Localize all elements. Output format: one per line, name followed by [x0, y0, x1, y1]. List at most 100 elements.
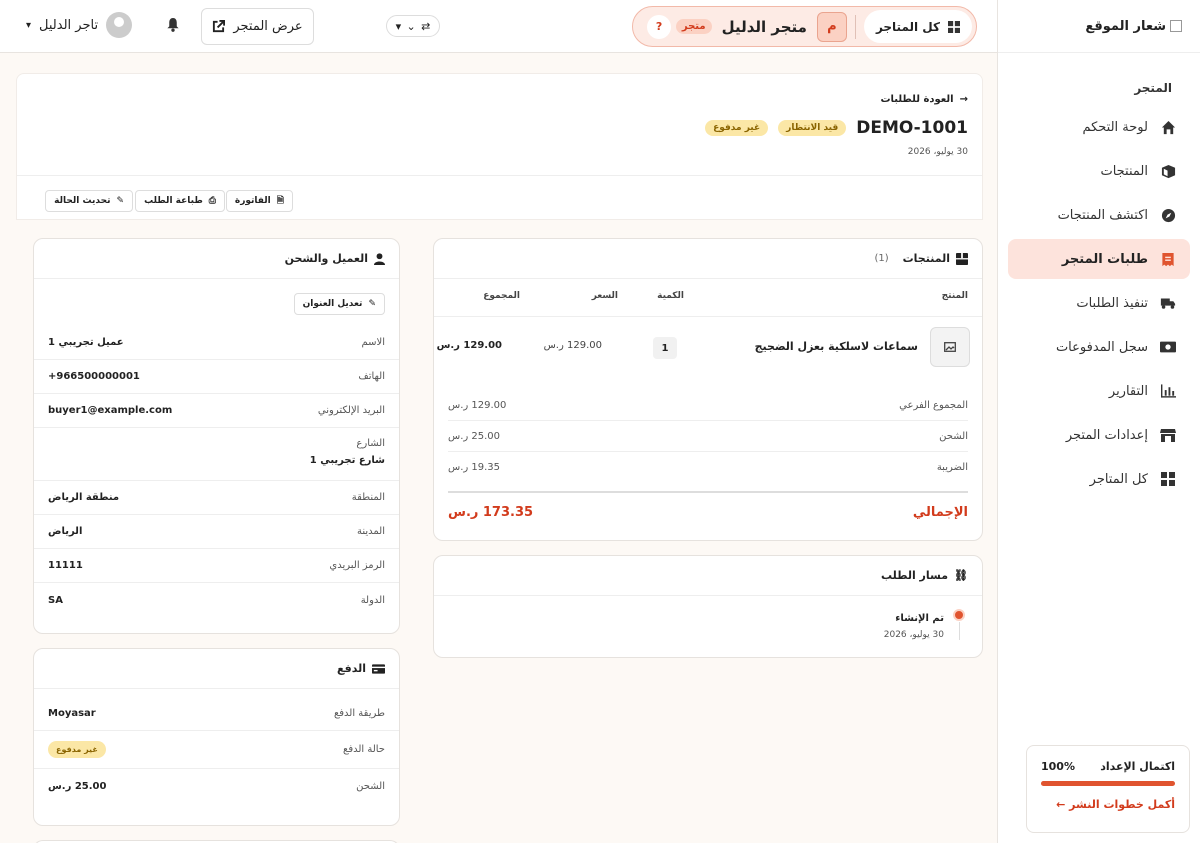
pencil-icon: ✎	[368, 299, 376, 309]
help-icon[interactable]: ?	[647, 14, 671, 39]
timeline-title: مسار الطلب	[880, 569, 949, 582]
user-icon	[374, 252, 385, 265]
site-logo[interactable]: شعار الموقع	[998, 0, 1200, 53]
arrow-right-icon: →	[959, 94, 968, 105]
products-title: المنتجات	[902, 252, 950, 265]
store-role-badge: متجر	[675, 19, 712, 34]
order-id: DEMO-1001	[856, 118, 968, 138]
sidebar-item-discover[interactable]: اكتشف المنتجات	[1008, 195, 1190, 235]
field-postal-code: الرمز البريدي 11111	[34, 549, 399, 583]
shipping-label: الشحن	[939, 430, 968, 442]
grid-icon	[948, 20, 960, 33]
truck-icon	[1160, 295, 1176, 311]
sidebar-item-all-stores[interactable]: كل المتاجر	[1008, 459, 1190, 499]
timeline-dot	[953, 609, 965, 621]
all-stores-button[interactable]: كل المتاجر	[863, 10, 972, 43]
view-store-label: عرض المتجر	[233, 19, 303, 34]
document-icon: 🗎	[276, 196, 284, 206]
bell-icon[interactable]	[166, 17, 180, 35]
route-icon: ⛓	[954, 569, 968, 582]
complete-publish-link[interactable]: أكمل خطوات النشر ←	[1041, 798, 1175, 811]
sidebar-item-label: المنتجات	[1100, 163, 1148, 179]
customer-title: العميل والشحن	[284, 252, 368, 265]
timeline-line	[959, 622, 960, 640]
field-name: الاسم عميل تجريبي 1	[34, 326, 399, 360]
field-email: البريد الإلكتروني buyer1@example.com	[34, 394, 399, 428]
sidebar-item-products[interactable]: المنتجات	[1008, 151, 1190, 191]
printer-icon: ⎙	[208, 196, 216, 206]
street-label: الشارع	[356, 438, 385, 449]
update-status-button[interactable]: ✎ تحديث الحالة	[45, 190, 133, 212]
credit-card-icon	[372, 663, 385, 674]
home-icon	[1160, 119, 1176, 135]
grid-icon	[1160, 471, 1176, 487]
grand-total-label: الإجمالي	[912, 504, 968, 520]
col-product: المنتج	[941, 291, 968, 301]
store-switcher[interactable]: كل المتاجر م متجر الدليل متجر ?	[632, 6, 977, 47]
field-payment-method: طريقة الدفع Moyasar	[34, 697, 399, 731]
back-label: العودة للطلبات	[880, 94, 954, 105]
field-region: المنطقة منطقة الرياض	[34, 481, 399, 515]
compass-icon	[1160, 207, 1176, 223]
sidebar-item-orders[interactable]: طلبات المتجر	[1008, 239, 1190, 279]
payment-card-header: الدفع	[34, 649, 399, 689]
sidebar-item-store-settings[interactable]: إعدادات المتجر	[1008, 415, 1190, 455]
product-name[interactable]: سماعات لاسلكية بعزل الضجيج	[755, 340, 918, 353]
image-icon	[944, 342, 956, 352]
store-icon	[1160, 427, 1176, 443]
setup-percent: 100%	[1041, 760, 1075, 773]
col-total: المجموع	[483, 291, 520, 301]
sidebar-item-label: سجل المدفوعات	[1055, 339, 1148, 355]
swap-icon: ⇄	[421, 19, 431, 33]
update-label: تحديث الحالة	[54, 196, 111, 206]
product-total: 129.00 ر.س	[436, 340, 502, 351]
money-icon	[1160, 339, 1176, 355]
all-stores-label: كل المتاجر	[875, 19, 940, 34]
field-street: الشارع شارع تجريبي 1	[34, 428, 399, 481]
payment-title: الدفع	[337, 662, 366, 675]
setup-progress-card: اكتمال الإعداد 100% أكمل خطوات النشر ←	[1026, 745, 1190, 833]
order-timeline-card: ⛓ مسار الطلب تم الإنشاء 30 يوليو، 2026	[433, 555, 983, 658]
edit-address-label: تعديل العنوان	[302, 299, 363, 309]
view-store-button[interactable]: عرض المتجر	[201, 8, 314, 45]
setup-title: اكتمال الإعداد	[1100, 760, 1175, 773]
chart-icon	[1160, 383, 1176, 399]
tax-value: 19.35 ر.س	[448, 462, 501, 473]
grand-total-value: 173.35 ر.س	[448, 504, 534, 520]
divider	[854, 14, 856, 39]
timeline-card-header: ⛓ مسار الطلب	[434, 556, 982, 596]
customer-card-header: العميل والشحن	[34, 239, 399, 279]
chevron-down-icon: ⌄	[406, 19, 416, 33]
field-city: المدينة الرياض	[34, 515, 399, 549]
order-actions: 🗎 الفاتورة ⎙ طباعة الطلب ✎ تحديث الحالة	[17, 175, 982, 221]
order-header: → العودة للطلبات DEMO-1001 قيد الانتظار …	[16, 73, 983, 220]
sidebar-item-dashboard[interactable]: لوحة التحكم	[1008, 107, 1190, 147]
order-status-badge: قيد الانتظار	[778, 120, 847, 136]
switch-store-dropdown[interactable]: ⇄ ⌄ ▾	[386, 15, 440, 37]
user-name: تاجر الدليل	[39, 17, 99, 33]
topbar: كل المتاجر م متجر الدليل متجر ? ⇄ ⌄ ▾ عر…	[0, 0, 997, 53]
sidebar-item-label: تنفيذ الطلبات	[1076, 295, 1148, 311]
setup-progress-bar	[1041, 781, 1175, 786]
sidebar-item-label: لوحة التحكم	[1082, 119, 1148, 135]
sidebar-item-reports[interactable]: التقارير	[1008, 371, 1190, 411]
sidebar-item-payments[interactable]: سجل المدفوعات	[1008, 327, 1190, 367]
sidebar-item-fulfillment[interactable]: تنفيذ الطلبات	[1008, 283, 1190, 323]
product-qty: 1	[653, 337, 677, 359]
edit-address-button[interactable]: ✎ تعديل العنوان	[293, 293, 385, 315]
caret-down-icon: ▾	[395, 19, 402, 33]
user-menu[interactable]: تاجر الدليل ▾	[26, 12, 133, 38]
tax-row: الضريبة 19.35 ر.س	[448, 452, 968, 483]
payment-status-badge: غير مدفوع	[705, 120, 769, 136]
back-to-orders-link[interactable]: → العودة للطلبات	[880, 94, 968, 105]
print-order-button[interactable]: ⎙ طباعة الطلب	[135, 190, 225, 212]
customer-shipping-card: العميل والشحن ✎ تعديل العنوان الاسم عميل …	[33, 238, 400, 634]
timeline-event-label: تم الإنشاء	[895, 613, 944, 624]
col-qty: الكمية	[657, 291, 684, 301]
sidebar-item-label: كل المتاجر	[1089, 471, 1148, 487]
timeline-event-date: 30 يوليو، 2026	[883, 630, 944, 640]
table-row: سماعات لاسلكية بعزل الضجيج 1 129.00 ر.س …	[434, 327, 982, 367]
sidebar-item-label: طلبات المتجر	[1061, 251, 1148, 267]
invoice-button[interactable]: 🗎 الفاتورة	[225, 190, 293, 212]
invoice-label: الفاتورة	[234, 196, 271, 206]
